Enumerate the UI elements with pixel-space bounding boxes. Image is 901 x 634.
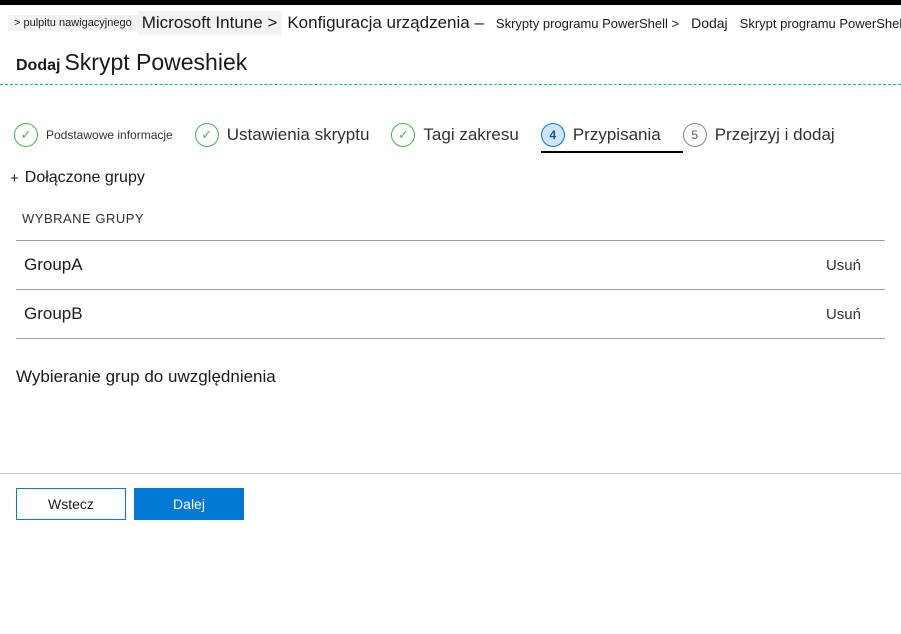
- breadcrumb-dashboard[interactable]: > pulpitu nawigacyjnego: [8, 15, 138, 31]
- header-script-name: Skrypt Poweshiek: [64, 49, 247, 76]
- remove-group-link[interactable]: Usuń: [826, 306, 861, 323]
- wizard-step-label: Przypisania: [573, 125, 661, 145]
- page-header: Dodaj Skrypt Poweshiek: [0, 39, 901, 84]
- wizard-step-label: Tagi zakresu: [423, 125, 518, 145]
- breadcrumb-config[interactable]: Konfiguracja urządzenia –: [281, 11, 490, 35]
- remove-group-link[interactable]: Usuń: [826, 257, 861, 274]
- selected-groups-header: WYBRANE GRUPY: [0, 193, 901, 232]
- select-groups-link[interactable]: Wybieranie grup do uwzględnienia: [0, 339, 901, 387]
- included-groups-toggle[interactable]: + Dołączone grupy: [0, 161, 901, 193]
- breadcrumb: > pulpitu nawigacyjnego Microsoft Intune…: [0, 5, 901, 39]
- step-number-icon: 4: [541, 123, 565, 147]
- wizard-step-scope-tags[interactable]: Tagi zakresu: [391, 123, 540, 147]
- wizard-step-label: Podstawowe informacje: [46, 128, 173, 142]
- next-button[interactable]: Dalej: [134, 488, 244, 520]
- selected-groups-table: GroupA Usuń GroupB Usuń: [16, 240, 885, 339]
- checkmark-icon: [14, 123, 38, 147]
- back-button[interactable]: Wstecz: [16, 488, 126, 520]
- checkmark-icon: [391, 123, 415, 147]
- wizard-step-script-settings[interactable]: Ustawienia skryptu: [195, 123, 392, 147]
- table-row: GroupA Usuń: [16, 241, 885, 290]
- group-name: GroupA: [24, 255, 83, 275]
- header-add-label: Dodaj: [16, 57, 60, 75]
- included-groups-label: Dołączone grupy: [25, 169, 145, 187]
- wizard-step-label: Ustawienia skryptu: [227, 125, 370, 145]
- table-row: GroupB Usuń: [16, 290, 885, 339]
- plus-icon: +: [10, 170, 19, 187]
- wizard-step-label: Przejrzyj i dodaj: [715, 125, 835, 145]
- group-name: GroupB: [24, 304, 83, 324]
- wizard-step-basic-info[interactable]: Podstawowe informacje: [14, 123, 195, 147]
- checkmark-icon: [195, 123, 219, 147]
- breadcrumb-intune[interactable]: Microsoft Intune >: [138, 11, 282, 35]
- step-number-icon: 5: [683, 123, 707, 147]
- breadcrumb-add[interactable]: Dodaj: [685, 13, 734, 33]
- breadcrumb-scripts[interactable]: Skrypty programu PowerShell >: [490, 14, 685, 33]
- breadcrumb-final: Skrypt programu PowerShell: [734, 14, 901, 33]
- wizard-step-assignments[interactable]: 4 Przypisania: [541, 123, 683, 153]
- wizard-steps: Podstawowe informacje Ustawienia skryptu…: [0, 123, 901, 147]
- wizard-step-review[interactable]: 5 Przejrzyj i dodaj: [683, 123, 857, 147]
- wizard-footer: Wstecz Dalej: [0, 473, 901, 540]
- header-divider: [0, 84, 901, 85]
